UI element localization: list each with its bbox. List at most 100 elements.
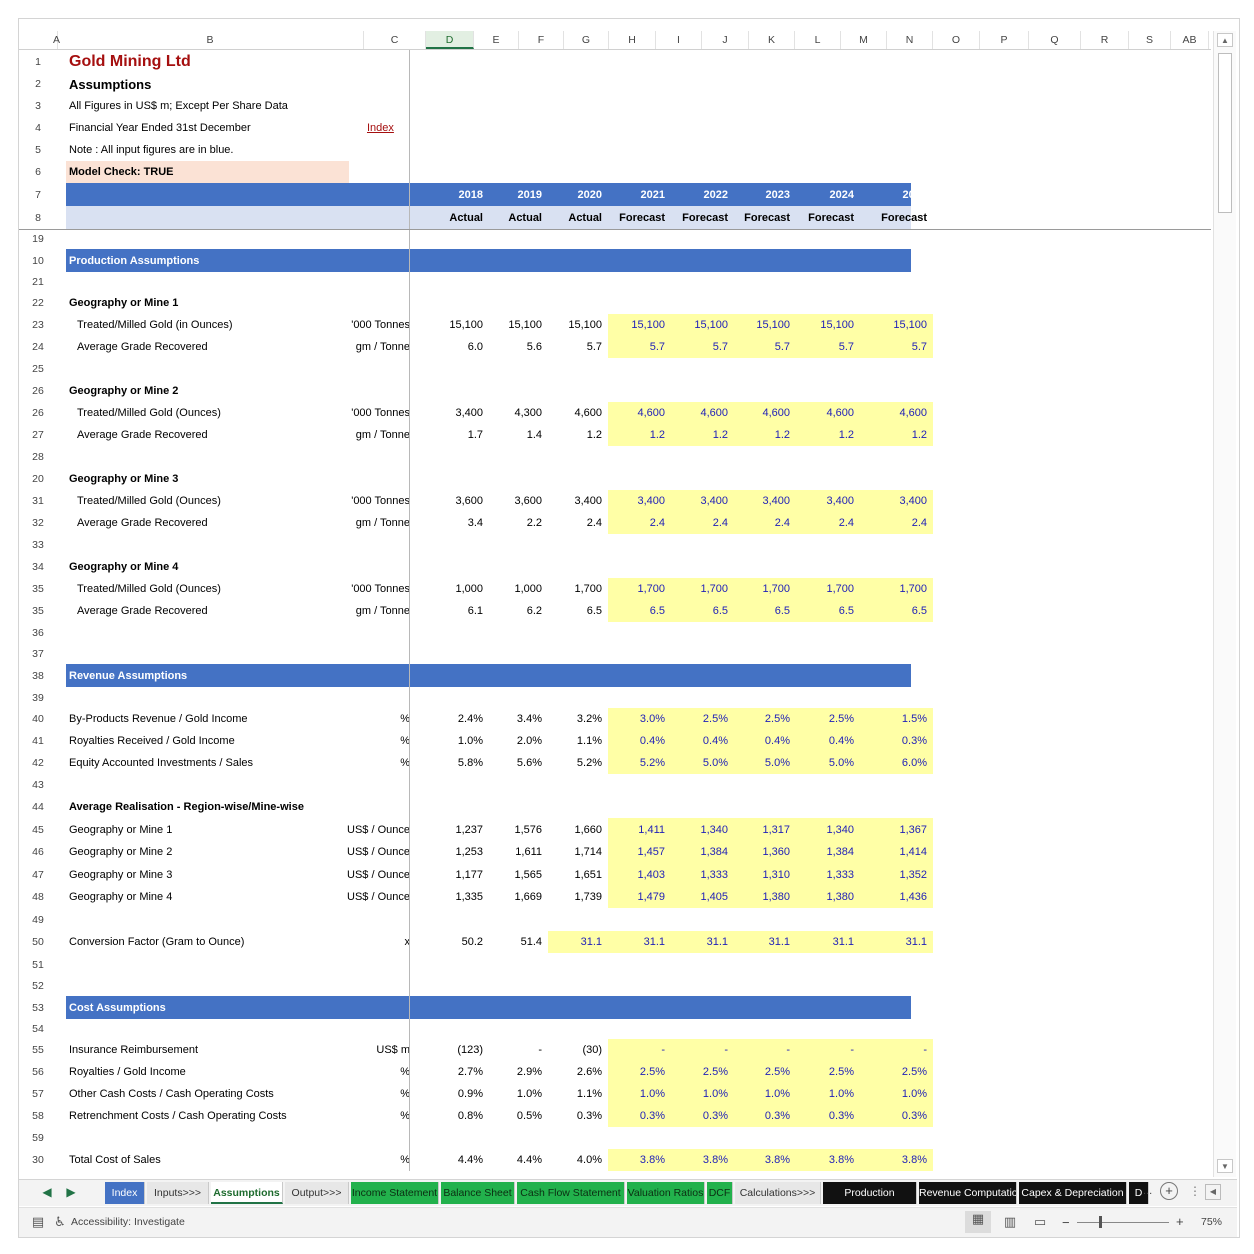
- row-header[interactable]: 46: [19, 841, 57, 863]
- zoom-in-icon[interactable]: +: [1176, 1214, 1184, 1229]
- input-cell[interactable]: 4,600: [671, 402, 734, 424]
- more-tabs-icon[interactable]: ...: [1143, 1185, 1152, 1197]
- input-cell[interactable]: 1,333: [671, 863, 734, 886]
- input-cell[interactable]: 1,700: [671, 578, 734, 600]
- input-cell[interactable]: 31.1: [671, 931, 734, 953]
- input-cell[interactable]: 6.5: [734, 600, 796, 622]
- value-cell[interactable]: (30): [548, 1039, 608, 1061]
- zoom-slider[interactable]: [1077, 1222, 1169, 1223]
- input-cell[interactable]: 1,414: [860, 841, 933, 863]
- vertical-scrollbar[interactable]: ▲ ▼: [1213, 31, 1236, 1177]
- row-header[interactable]: 21: [19, 272, 57, 292]
- column-header-p[interactable]: P: [980, 31, 1029, 49]
- column-header-ab[interactable]: AB: [1171, 31, 1209, 49]
- tab-cash-flow-statement[interactable]: Cash Flow Statement: [517, 1182, 625, 1204]
- input-cell[interactable]: 15,100: [734, 314, 796, 336]
- input-cell[interactable]: 3.8%: [734, 1149, 796, 1171]
- row-header[interactable]: 43: [19, 774, 57, 796]
- input-cell[interactable]: 5.0%: [671, 752, 734, 774]
- row-header[interactable]: 10: [19, 249, 57, 272]
- value-cell[interactable]: 3,400: [548, 490, 608, 512]
- value-cell[interactable]: 0.8%: [428, 1105, 489, 1127]
- row-header[interactable]: 30: [19, 1149, 57, 1171]
- value-cell[interactable]: 50.2: [428, 931, 489, 953]
- row-header[interactable]: 28: [19, 446, 57, 468]
- input-cell[interactable]: 15,100: [860, 314, 933, 336]
- input-cell[interactable]: 2.4: [671, 512, 734, 534]
- row-header[interactable]: 26: [19, 380, 57, 402]
- input-cell[interactable]: 1.0%: [796, 1083, 860, 1105]
- value-cell[interactable]: 1,253: [428, 841, 489, 863]
- value-cell[interactable]: 0.9%: [428, 1083, 489, 1105]
- value-cell[interactable]: 1,651: [548, 863, 608, 886]
- value-cell[interactable]: 3,600: [489, 490, 548, 512]
- input-cell[interactable]: 2.4: [734, 512, 796, 534]
- input-cell[interactable]: 1,405: [671, 886, 734, 908]
- row-header[interactable]: 53: [19, 996, 57, 1019]
- row-header[interactable]: 5: [19, 139, 57, 161]
- input-cell[interactable]: 31.1: [796, 931, 860, 953]
- row-header[interactable]: 57: [19, 1083, 57, 1105]
- value-cell[interactable]: 1.4: [489, 424, 548, 446]
- new-sheet-icon[interactable]: +: [1160, 1182, 1178, 1200]
- zoom-slider-thumb[interactable]: [1099, 1216, 1102, 1228]
- row-header[interactable]: 22: [19, 292, 57, 314]
- input-cell[interactable]: 4,600: [860, 402, 933, 424]
- row-header[interactable]: 7: [19, 183, 57, 206]
- row-header[interactable]: 23: [19, 314, 57, 336]
- column-header-e[interactable]: E: [474, 31, 519, 49]
- value-cell[interactable]: 0.3%: [548, 1105, 608, 1127]
- input-cell[interactable]: 2.4: [796, 512, 860, 534]
- input-cell[interactable]: -: [796, 1039, 860, 1061]
- input-cell[interactable]: 1.2: [608, 424, 671, 446]
- value-cell[interactable]: 0.5%: [489, 1105, 548, 1127]
- row-header[interactable]: 25: [19, 358, 57, 380]
- input-cell[interactable]: 5.0%: [734, 752, 796, 774]
- input-cell[interactable]: 1.0%: [671, 1083, 734, 1105]
- input-cell[interactable]: 1,333: [796, 863, 860, 886]
- value-cell[interactable]: 1,000: [489, 578, 548, 600]
- value-cell[interactable]: 2.6%: [548, 1061, 608, 1083]
- value-cell[interactable]: 5.8%: [428, 752, 489, 774]
- value-cell[interactable]: 6.1: [428, 600, 489, 622]
- input-cell[interactable]: 6.5: [796, 600, 860, 622]
- value-cell[interactable]: 1,611: [489, 841, 548, 863]
- row-header[interactable]: 51: [19, 953, 57, 976]
- input-cell[interactable]: 31.1: [860, 931, 933, 953]
- value-cell[interactable]: 4.0%: [548, 1149, 608, 1171]
- row-header[interactable]: 26: [19, 402, 57, 424]
- row-header[interactable]: 8: [19, 206, 57, 229]
- column-header-l[interactable]: L: [795, 31, 841, 49]
- input-cell[interactable]: 2.5%: [796, 1061, 860, 1083]
- value-cell[interactable]: 4.4%: [489, 1149, 548, 1171]
- column-header-d[interactable]: D: [426, 31, 474, 49]
- row-header[interactable]: 54: [19, 1019, 57, 1039]
- value-cell[interactable]: 4,300: [489, 402, 548, 424]
- row-header[interactable]: 2: [19, 73, 57, 95]
- input-cell[interactable]: 31.1: [608, 931, 671, 953]
- row-header[interactable]: 36: [19, 622, 57, 644]
- row-header[interactable]: 52: [19, 976, 57, 996]
- row-header[interactable]: 3: [19, 95, 57, 117]
- row-header[interactable]: 20: [19, 468, 57, 490]
- tab-splitter-icon[interactable]: ⋮: [1189, 1184, 1201, 1198]
- row-header[interactable]: 40: [19, 708, 57, 730]
- input-cell[interactable]: 0.3%: [671, 1105, 734, 1127]
- input-cell[interactable]: 2.5%: [860, 1061, 933, 1083]
- input-cell[interactable]: 1,340: [796, 818, 860, 841]
- value-cell[interactable]: -: [489, 1039, 548, 1061]
- input-cell[interactable]: -: [734, 1039, 796, 1061]
- input-cell[interactable]: 1.2: [796, 424, 860, 446]
- input-cell[interactable]: 3.8%: [860, 1149, 933, 1171]
- value-cell[interactable]: 5.7: [548, 336, 608, 358]
- row-header[interactable]: 38: [19, 664, 57, 687]
- value-cell[interactable]: 1.1%: [548, 730, 608, 752]
- input-cell[interactable]: 1,310: [734, 863, 796, 886]
- input-cell[interactable]: 0.4%: [608, 730, 671, 752]
- value-cell[interactable]: 1,237: [428, 818, 489, 841]
- input-cell[interactable]: 0.3%: [796, 1105, 860, 1127]
- value-cell[interactable]: 2.7%: [428, 1061, 489, 1083]
- input-cell[interactable]: 2.5%: [608, 1061, 671, 1083]
- input-cell[interactable]: 1,700: [796, 578, 860, 600]
- input-cell[interactable]: 2.5%: [671, 1061, 734, 1083]
